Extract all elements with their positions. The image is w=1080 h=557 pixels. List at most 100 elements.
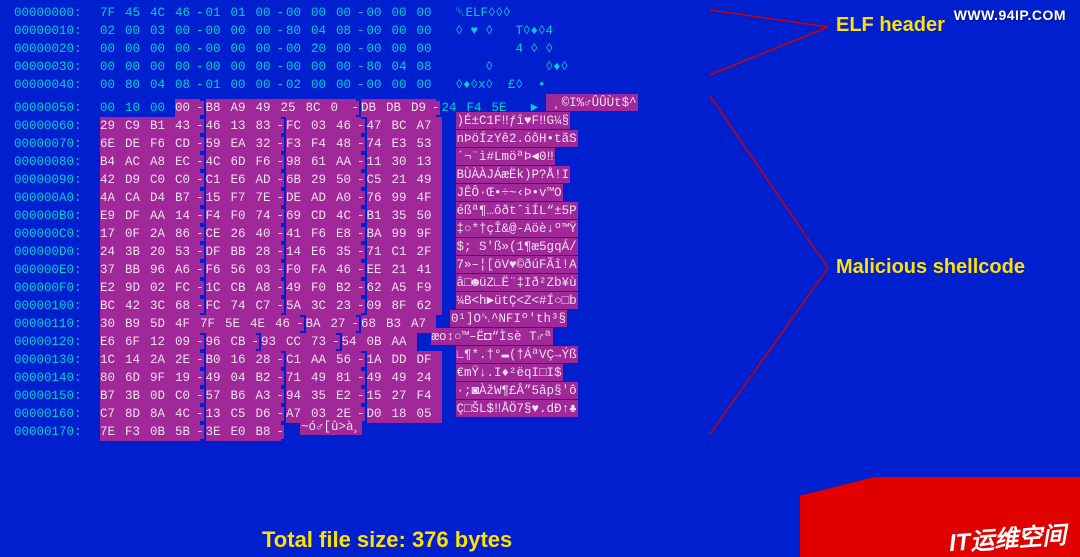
- ascii-cell: ◊♦◊x◊ £◊ •: [456, 76, 626, 94]
- hex-row: 00000100:BC423C68-FC74C7-5A3C23-098F62¼B…: [14, 292, 701, 310]
- hex-byte: 08: [417, 58, 442, 76]
- hex-byte: 45: [125, 4, 150, 22]
- hex-row: 00000030:00000000-000000-000000-800408 ◊…: [14, 58, 701, 76]
- pointer-line-elf: [700, 0, 840, 90]
- hex-byte: 01: [206, 76, 231, 94]
- offset-cell: 00000020:: [14, 40, 100, 58]
- ascii-cell: ~ó♂[û>à¸: [300, 418, 470, 441]
- hex-bytes: 7F454C46-010100-000000-000000: [100, 4, 442, 22]
- hex-byte: E0: [231, 423, 256, 441]
- hex-row: 000000E0:37BB96A6-F65603-F0FA46-EE21417»…: [14, 256, 701, 274]
- hex-row: 00000000:7F454C46-010100-000000-000000␡E…: [14, 4, 701, 22]
- hex-byte: 00: [100, 76, 125, 94]
- hex-byte: 80: [367, 58, 392, 76]
- hex-row: 00000020:00000000-000000-002000-000000 4…: [14, 40, 701, 58]
- hex-byte: 20: [311, 40, 336, 58]
- pointer-line-shellcode: [700, 86, 840, 446]
- hex-byte: 00: [100, 40, 125, 58]
- hex-row: 00000050:00100000-B8A949258C0-DBDBD9-24F…: [14, 94, 701, 112]
- hex-byte: 00: [150, 40, 175, 58]
- hex-byte: 80: [286, 22, 311, 40]
- hex-byte: 00: [125, 22, 150, 40]
- hex-row: 00000090:42D9C0C0-C1E6AD-6B2950-C52149BÙ…: [14, 166, 701, 184]
- hex-row: 00000120:E66F1209-96CB-93CC73-540BAAæo↕○…: [14, 328, 701, 346]
- offset-cell: 00000030:: [14, 58, 100, 76]
- hex-bytes: 7EF30B5B-3EE0B8-: [100, 423, 286, 441]
- hex-byte: 00: [417, 40, 442, 58]
- hex-byte: 00: [125, 58, 150, 76]
- hex-row: 00000060:29C9B143-461383-FC0346-47BCA7)É…: [14, 112, 701, 130]
- hex-byte: 00: [367, 40, 392, 58]
- hex-byte: 00: [311, 4, 336, 22]
- offset-cell: 00000010:: [14, 22, 100, 40]
- ascii-cell: 4 ◊ ◊: [456, 40, 626, 58]
- hex-byte: 02: [286, 76, 311, 94]
- hex-row: 000000F0:E29D02FC-1CCBA8-49F0B2-62A5F9â□…: [14, 274, 701, 292]
- watermark-banner-text: IT运维空间: [948, 527, 1066, 553]
- hex-bytes: 00800408-010000-020000-000000: [100, 76, 442, 94]
- hex-byte: 00: [392, 76, 417, 94]
- ascii-cell: Ç□ŠL$‼ÅÖ7§♥.dÐ↑♣: [456, 400, 626, 423]
- hex-byte: 00: [392, 4, 417, 22]
- hex-byte: 02: [100, 22, 125, 40]
- hex-byte: 00: [286, 4, 311, 22]
- offset-cell: 00000040:: [14, 76, 100, 94]
- hex-byte: 01: [231, 4, 256, 22]
- hex-byte: 00: [206, 22, 231, 40]
- hex-byte: 7F: [100, 4, 125, 22]
- ascii-cell: ◊ ◊♦◊: [456, 58, 626, 76]
- hex-dump-panel: 00000000:7F454C46-010100-000000-000000␡E…: [14, 4, 701, 436]
- offset-cell: 00000170:: [14, 423, 100, 441]
- hex-byte: 00: [417, 22, 442, 40]
- watermark-url: WWW.94IP.COM: [954, 6, 1066, 24]
- hex-byte: 00: [392, 40, 417, 58]
- hex-row: 00000010:02000300-000000-800408-000000◊ …: [14, 22, 701, 40]
- hex-byte: 00: [286, 40, 311, 58]
- hex-row: 000000A0:4ACAD4B7-15F77E-DEADA0-76994FJÊ…: [14, 184, 701, 202]
- ascii-cell: ␡ELF◊◊◊: [456, 4, 626, 22]
- hex-byte: 00: [417, 76, 442, 94]
- watermark-banner: IT运维空间: [800, 477, 1080, 557]
- hex-row: 00000150:B73B0DC0-57B6A3-9435E2-1527F4·;…: [14, 382, 701, 400]
- hex-byte: 04: [392, 58, 417, 76]
- hex-byte: 3E: [206, 423, 231, 441]
- hex-byte: 00: [231, 40, 256, 58]
- hex-byte: 04: [150, 76, 175, 94]
- hex-byte: 01: [206, 4, 231, 22]
- hex-bytes: 00000000-000000-000000-800408: [100, 58, 442, 76]
- hex-row: 00000140:806D9F19-4904B2-714981-494924€m…: [14, 364, 701, 382]
- hex-row: 000000D0:243B2053-DFBB28-14E635-71C12F$;…: [14, 238, 701, 256]
- offset-cell: 00000000:: [14, 4, 100, 22]
- hex-byte: 00: [231, 22, 256, 40]
- hex-row: 00000110:30B95D4F7F5E4E46-BA27-68B3A70¹]…: [14, 310, 701, 328]
- hex-byte: 00: [125, 40, 150, 58]
- hex-byte: 03: [150, 22, 175, 40]
- hex-byte: 00: [311, 58, 336, 76]
- hex-row: 000000B0:E9DFAA14-F4F074-69CD4C-B13550éß…: [14, 202, 701, 220]
- hex-byte: 0B: [150, 423, 175, 441]
- hex-row: 00000160:C78D8A4C-13C5D6-A7032E-D01805Ç□…: [14, 400, 701, 418]
- hex-bytes: 00000000-000000-002000-000000: [100, 40, 442, 58]
- hex-byte: 00: [231, 76, 256, 94]
- hex-byte: 04: [311, 22, 336, 40]
- hex-byte: 00: [206, 40, 231, 58]
- hex-byte: 00: [417, 4, 442, 22]
- hex-byte: 00: [392, 22, 417, 40]
- hex-byte: 00: [286, 58, 311, 76]
- hex-row: 00000070:6EDEF6CD-59EA32-F3F448-74E353nÞ…: [14, 130, 701, 148]
- hex-byte: 00: [311, 76, 336, 94]
- hex-byte: 00: [367, 22, 392, 40]
- hex-byte: F3: [125, 423, 150, 441]
- hex-byte: 4C: [150, 4, 175, 22]
- hex-byte: 00: [367, 4, 392, 22]
- hex-row: 000000C0:170F2A86-CE2640-41F6E8-BA999F‡○…: [14, 220, 701, 238]
- hex-byte: 80: [125, 76, 150, 94]
- hex-row: 00000080:B4ACA8EC-4C6DF6-9861AA-113013´¬…: [14, 148, 701, 166]
- hex-row: 00000040:00800408-010000-020000-000000 ◊♦…: [14, 76, 701, 94]
- annotation-shellcode: Malicious shellcode: [836, 258, 1025, 276]
- hex-bytes: 02000300-000000-800408-000000: [100, 22, 442, 40]
- footer-text: Total file size: 376 bytes: [262, 531, 512, 549]
- hex-byte: 00: [150, 58, 175, 76]
- hex-row: 00000130:1C142A2E-B01628-C1AA56-1ADDDF∟¶…: [14, 346, 701, 364]
- hex-byte: 00: [100, 58, 125, 76]
